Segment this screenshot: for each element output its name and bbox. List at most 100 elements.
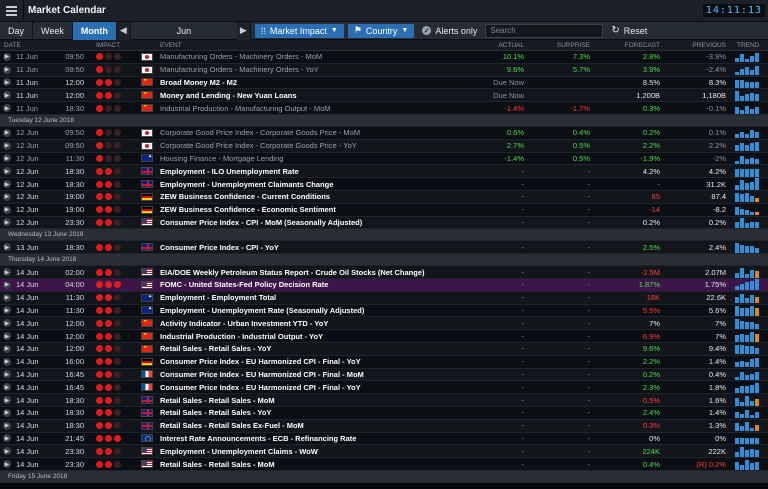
impact-indicator	[90, 460, 138, 468]
trend-bar	[750, 108, 754, 114]
table-row[interactable]: ▶ 12 Jun 18:30 Employment - ILO Unemploymen…	[0, 165, 768, 179]
country-dropdown[interactable]: ⚑ Country ▼	[347, 23, 415, 38]
impact-indicator	[90, 193, 138, 201]
table-row[interactable]: ▶12 Jun 11:30 Housing Finance - Mortgage L…	[0, 152, 768, 166]
col-event[interactable]: EVENT	[156, 42, 456, 49]
table-row[interactable]: ▶ 12 Jun 09:50 Corporate Good Price Index -…	[0, 139, 768, 153]
expand-arrow-icon[interactable]: ▶	[0, 128, 14, 137]
table-row[interactable]: ▶ 14 Jun 21:45 Interest Rate Announcements …	[0, 432, 768, 446]
expand-arrow-icon[interactable]: ▶	[0, 421, 14, 430]
expand-arrow-icon[interactable]: ▶	[0, 447, 14, 456]
table-row[interactable]: ▶ 14 Jun 18:30 Retail Sales - Retail Sales …	[0, 406, 768, 420]
table-row[interactable]: ▶ 14 Jun 02:00 EIA/DOE Weekly Petroleum Sta…	[0, 266, 768, 279]
table-row[interactable]: ▶14 Jun 12:00 Activity Indicator - Urban I…	[0, 317, 768, 331]
view-week-tab[interactable]: Week	[33, 21, 73, 40]
surprise-value: -	[587, 166, 591, 176]
impact-indicator	[90, 383, 138, 391]
expand-arrow-icon[interactable]: ▶	[0, 243, 14, 252]
hamburger-menu-icon[interactable]	[0, 0, 24, 22]
expand-arrow-icon[interactable]: ▶	[0, 319, 14, 328]
expand-arrow-icon[interactable]: ▶	[0, 141, 14, 150]
expand-arrow-icon[interactable]: ▶	[0, 205, 14, 214]
market-impact-dropdown[interactable]: ⁞⁞ Market Impact ▼	[254, 23, 344, 38]
expand-arrow-icon[interactable]: ▶	[0, 370, 14, 379]
event-date: 14 Jun	[16, 433, 39, 443]
table-row[interactable]: ▶ 12 Jun 19:00 ZEW Business Confidence - Cu…	[0, 190, 768, 204]
expand-arrow-icon[interactable]: ▶	[0, 306, 14, 315]
search-input[interactable]	[485, 23, 604, 38]
expand-arrow-icon[interactable]: ▶	[0, 344, 14, 353]
previous-value: 0.4%	[708, 369, 726, 379]
alerts-only-toggle[interactable]: ✓ Alerts only	[422, 26, 477, 36]
expand-arrow-icon[interactable]: ▶	[0, 65, 14, 74]
table-row[interactable]: ▶ 11 Jun 09:50 Manufacturing Orders - Machi…	[0, 51, 768, 64]
trend-bar	[745, 335, 749, 342]
expand-arrow-icon[interactable]: ▶	[0, 408, 14, 417]
table-row[interactable]: ▶ 14 Jun 18:30 Retail Sales - Retail Sales …	[0, 419, 768, 433]
expand-arrow-icon[interactable]: ▶	[0, 167, 14, 176]
impact-dot	[105, 104, 112, 112]
table-row[interactable]: ▶ 12 Jun 23:30 Consumer Price Index - CPI -…	[0, 216, 768, 230]
col-impact[interactable]: IMPACT	[90, 42, 138, 49]
event-time: 09:50	[65, 52, 84, 62]
trend-bar	[750, 92, 754, 101]
table-row[interactable]: ▶14 Jun 12:00 Retail Sales - Retail Sales …	[0, 342, 768, 356]
table-row[interactable]: ▶11 Jun 18:30 Industrial Production - Manu…	[0, 102, 768, 115]
table-row[interactable]: ▶ 12 Jun 09:50 Corporate Good Price Index -…	[0, 126, 768, 140]
expand-arrow-icon[interactable]: ▶	[0, 91, 14, 100]
expand-arrow-icon[interactable]: ▶	[0, 78, 14, 87]
table-row[interactable]: ▶ 12 Jun 19:00 ZEW Business Confidence - Ec…	[0, 203, 768, 217]
trend-bar	[750, 143, 754, 152]
expand-arrow-icon[interactable]: ▶	[0, 268, 14, 277]
table-row[interactable]: ▶ 11 Jun 09:50 Manufacturing Orders - Machi…	[0, 63, 768, 77]
trend-sparkline	[729, 318, 767, 329]
expand-arrow-icon[interactable]: ▶	[0, 52, 14, 61]
col-date[interactable]: DATE	[0, 42, 48, 49]
table-row[interactable]: ▶ 12 Jun 18:30 Employment - Unemployment Cl…	[0, 178, 768, 191]
table-row[interactable]: ▶ 14 Jun 16:00 Consumer Price Index - EU Ha…	[0, 355, 768, 369]
expand-arrow-icon[interactable]: ▶	[0, 180, 14, 189]
impact-dot	[105, 434, 112, 442]
table-row[interactable]: ▶11 Jun 12:00 Money and Lending - New Yuan…	[0, 89, 768, 103]
table-row[interactable]: ▶ 14 Jun 04:00 FOMC - United States-Fed Pol…	[0, 278, 768, 292]
table-row[interactable]: ▶14 Jun 11:30 Employment - Unemployment Ra…	[0, 304, 768, 318]
expand-arrow-icon[interactable]: ▶	[0, 280, 14, 289]
view-day-tab[interactable]: Day	[0, 21, 34, 40]
event-time: 11:30	[65, 153, 84, 163]
expand-arrow-icon[interactable]: ▶	[0, 434, 14, 443]
expand-arrow-icon[interactable]: ▶	[0, 460, 14, 468]
table-row[interactable]: ▶ 14 Jun 23:30 Employment - Unemployment Cl…	[0, 445, 768, 459]
expand-arrow-icon[interactable]: ▶	[0, 396, 14, 405]
prev-arrow-icon[interactable]: ◀	[116, 21, 131, 40]
expand-arrow-icon[interactable]: ▶	[0, 357, 14, 366]
expand-arrow-icon[interactable]: ▶	[0, 192, 14, 201]
impact-indicator	[90, 319, 138, 327]
event-time: 18:30	[65, 103, 84, 113]
trend-bar	[745, 307, 749, 316]
table-row[interactable]: ▶ 14 Jun 16:45 Consumer Price Index - EU Ha…	[0, 368, 768, 382]
impact-indicator	[90, 358, 138, 366]
table-row[interactable]: ▶14 Jun 12:00 Industrial Production - Indu…	[0, 330, 768, 343]
reset-button[interactable]: ↻ Reset	[611, 25, 647, 36]
table-row[interactable]: ▶ 14 Jun 23:30 Retail Sales - Retail Sales …	[0, 458, 768, 471]
table-row[interactable]: ▶ 13 Jun 18:30 Consumer Price Index - CPI -…	[0, 241, 768, 255]
col-actual[interactable]: ACTUAL	[456, 42, 527, 49]
expand-arrow-icon[interactable]: ▶	[0, 104, 14, 113]
expand-arrow-icon[interactable]: ▶	[0, 154, 14, 163]
col-forecast[interactable]: FORECAST	[593, 42, 663, 49]
table-row[interactable]: ▶11 Jun 12:00 Broad Money M2 - M2 Due Now 8.…	[0, 76, 768, 90]
table-row[interactable]: ▶ 14 Jun 16:45 Consumer Price Index - EU Ha…	[0, 381, 768, 395]
table-row[interactable]: ▶ 14 Jun 18:30 Retail Sales - Retail Sales …	[0, 394, 768, 407]
col-previous[interactable]: PREVIOUS	[663, 42, 729, 49]
view-month-tab[interactable]: Month	[72, 21, 117, 40]
expand-arrow-icon[interactable]: ▶	[0, 383, 14, 392]
trend-bar	[740, 143, 744, 152]
col-trend[interactable]: TREND	[729, 42, 767, 49]
expand-arrow-icon[interactable]: ▶	[0, 332, 14, 341]
expand-arrow-icon[interactable]: ▶	[0, 293, 14, 302]
next-arrow-icon[interactable]: ▶	[236, 21, 251, 40]
col-surprise[interactable]: SURPRISE	[527, 42, 593, 49]
trend-sparkline	[729, 420, 767, 432]
table-row[interactable]: ▶14 Jun 11:30 Employment - Employment Tota…	[0, 291, 768, 305]
expand-arrow-icon[interactable]: ▶	[0, 218, 14, 227]
